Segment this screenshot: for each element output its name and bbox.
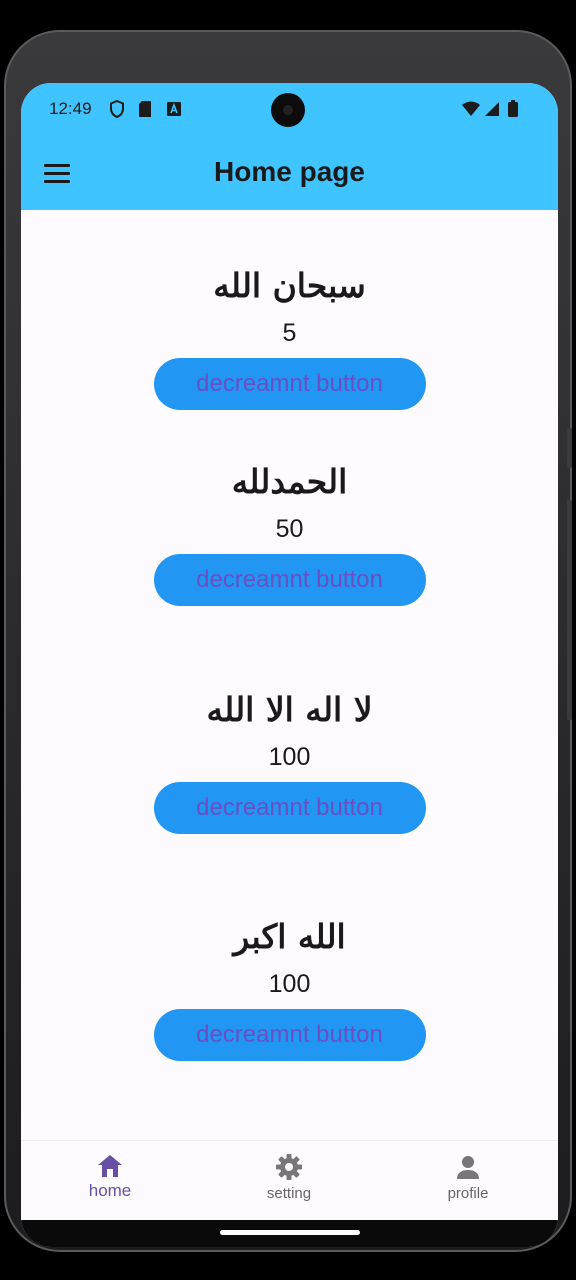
shield-icon — [110, 100, 124, 118]
counter-value: 100 — [268, 970, 311, 998]
nav-label-setting: setting — [266, 1185, 312, 1202]
page-title: Home page — [214, 156, 365, 187]
battery-icon — [508, 100, 518, 117]
volume-button — [567, 428, 572, 468]
power-button — [567, 500, 572, 720]
status-bar: 12:49 — [21, 83, 558, 137]
decrement-button[interactable]: decreamnt button — [153, 1009, 426, 1061]
counter-value: 50 — [275, 515, 304, 543]
signal-icon — [485, 102, 499, 116]
counter-card: لا اله الا الله 100 decreamnt button — [21, 688, 558, 834]
counter-value: 5 — [282, 319, 297, 347]
screen: 12:49 Home page سبحان الله 5 decreamnt b… — [21, 83, 558, 1247]
front-camera — [271, 93, 305, 127]
wifi-icon — [462, 101, 480, 116]
sim-card-icon — [139, 101, 151, 117]
bottom-navigation: home setting profile — [21, 1140, 558, 1221]
nav-label-home: home — [88, 1181, 132, 1200]
nav-item-home[interactable]: home — [50, 1153, 170, 1201]
gear-icon — [276, 1154, 302, 1180]
nav-item-setting[interactable]: setting — [229, 1153, 349, 1202]
home-indicator[interactable] — [220, 1230, 360, 1235]
counter-value: 100 — [268, 743, 311, 771]
counter-card: سبحان الله 5 decreamnt button — [21, 264, 558, 410]
nav-item-profile[interactable]: profile — [408, 1153, 528, 1202]
counter-list: سبحان الله 5 decreamnt button الحمدلله 5… — [21, 210, 558, 1140]
dhikr-phrase: لا اله الا الله — [206, 690, 373, 729]
nav-label-profile: profile — [447, 1185, 489, 1202]
decrement-button[interactable]: decreamnt button — [153, 782, 426, 834]
app-bar: Home page — [21, 137, 558, 210]
keyboard-a-icon — [167, 102, 181, 116]
counter-card: الله اكبر 100 decreamnt button — [21, 915, 558, 1061]
dhikr-phrase: سبحان الله — [213, 266, 366, 305]
phone-frame: 12:49 Home page سبحان الله 5 decreamnt b… — [4, 30, 572, 1252]
dhikr-phrase: الحمدلله — [231, 462, 348, 501]
counter-card: الحمدلله 50 decreamnt button — [21, 460, 558, 606]
person-icon — [457, 1156, 479, 1179]
dhikr-phrase: الله اكبر — [233, 917, 346, 956]
decrement-button[interactable]: decreamnt button — [153, 358, 426, 410]
gesture-bar — [21, 1220, 558, 1247]
status-time: 12:49 — [49, 99, 92, 118]
decrement-button[interactable]: decreamnt button — [153, 554, 426, 606]
home-icon — [98, 1155, 122, 1177]
